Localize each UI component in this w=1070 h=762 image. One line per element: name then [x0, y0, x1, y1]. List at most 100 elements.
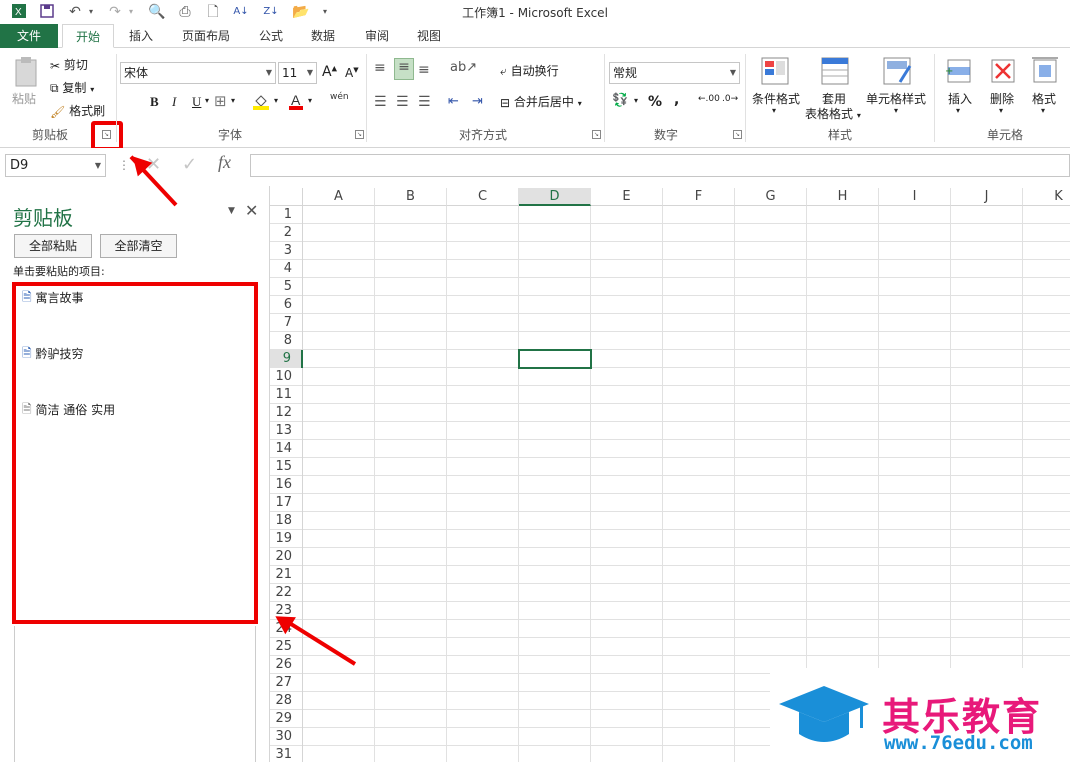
tab-data[interactable]: 数据 [300, 24, 346, 48]
row-header-22[interactable]: 22 [270, 584, 303, 602]
decrease-decimal-button[interactable]: .0→ [722, 94, 738, 104]
row-header-30[interactable]: 30 [270, 728, 303, 746]
tab-page-layout[interactable]: 页面布局 [172, 24, 240, 48]
align-bottom-icon[interactable]: ≡ [418, 62, 430, 78]
row-header-21[interactable]: 21 [270, 566, 303, 584]
font-size-combo[interactable]: 11 ▼ [278, 62, 317, 84]
fill-color-dropdown-icon[interactable]: ▾ [274, 96, 278, 105]
row-header-4[interactable]: 4 [270, 260, 303, 278]
row-header-7[interactable]: 7 [270, 314, 303, 332]
clear-all-button[interactable]: 全部清空 [100, 234, 177, 258]
align-top-icon[interactable]: ≡ [374, 60, 386, 76]
decrease-indent-icon[interactable]: ⇤ [448, 94, 459, 109]
number-dialog-launcher-icon[interactable]: ↘ [733, 130, 742, 139]
column-header-g[interactable]: G [735, 188, 807, 206]
clipboard-dialog-launcher-icon[interactable]: ↘ [102, 130, 111, 139]
chevron-down-icon[interactable]: ▾ [894, 106, 898, 115]
formula-input[interactable] [250, 154, 1070, 177]
font-color-dropdown-icon[interactable]: ▾ [308, 96, 312, 105]
row-header-8[interactable]: 8 [270, 332, 303, 350]
cell-styles-button[interactable]: 单元格样式 [866, 90, 926, 107]
tab-formulas[interactable]: 公式 [248, 24, 294, 48]
tab-review[interactable]: 审阅 [354, 24, 400, 48]
list-item[interactable]: 🗎 简洁 通俗 实用 [22, 400, 115, 421]
accounting-dropdown-icon[interactable]: ▾ [634, 96, 638, 105]
paste-button[interactable]: 粘贴 [12, 90, 36, 107]
increase-decimal-button[interactable]: ←.00 [698, 94, 720, 104]
row-header-16[interactable]: 16 [270, 476, 303, 494]
row-header-29[interactable]: 29 [270, 710, 303, 728]
column-header-e[interactable]: E [591, 188, 663, 206]
tab-home[interactable]: 开始 [62, 24, 114, 48]
chevron-down-icon[interactable]: ▾ [999, 106, 1003, 115]
increase-font-button[interactable]: A▲ [322, 64, 337, 80]
selected-cell[interactable] [518, 349, 592, 369]
row-header-25[interactable]: 25 [270, 638, 303, 656]
close-icon[interactable]: ✕ [245, 201, 258, 220]
insert-function-icon[interactable]: fx [218, 152, 231, 173]
copy-button[interactable]: ⧉ 复制 ▾ [50, 79, 94, 96]
name-box[interactable]: D9 ▼ [5, 154, 106, 177]
row-header-9[interactable]: 9 [270, 350, 303, 368]
format-cells-button[interactable]: 格式 [1032, 90, 1056, 107]
row-header-12[interactable]: 12 [270, 404, 303, 422]
column-header-a[interactable]: A [303, 188, 375, 206]
tab-view[interactable]: 视图 [406, 24, 452, 48]
row-header-13[interactable]: 13 [270, 422, 303, 440]
pane-options-icon[interactable]: ▼ [228, 206, 235, 216]
row-header-17[interactable]: 17 [270, 494, 303, 512]
row-header-27[interactable]: 27 [270, 674, 303, 692]
row-header-6[interactable]: 6 [270, 296, 303, 314]
format-as-table-button[interactable]: 表格格式 ▾ [805, 105, 861, 122]
conditional-format-button[interactable]: 条件格式 [752, 90, 800, 107]
phonetic-icon[interactable]: wén [330, 92, 349, 102]
select-all-corner[interactable] [270, 188, 303, 206]
borders-dropdown-icon[interactable]: ▾ [231, 96, 235, 105]
column-header-h[interactable]: H [807, 188, 879, 206]
bold-button[interactable]: B [150, 94, 159, 110]
delete-cells-button[interactable]: 删除 [990, 90, 1014, 107]
font-dialog-launcher-icon[interactable]: ↘ [355, 130, 364, 139]
wrap-text-button[interactable]: ⤶ 自动换行 [500, 62, 559, 79]
row-header-15[interactable]: 15 [270, 458, 303, 476]
list-item[interactable]: 🗎 寓言故事 [22, 288, 84, 309]
font-name-combo[interactable]: 宋体 ▼ [120, 62, 276, 84]
comma-button[interactable]: , [674, 92, 679, 108]
column-header-k[interactable]: K [1023, 188, 1070, 206]
row-header-28[interactable]: 28 [270, 692, 303, 710]
tab-insert[interactable]: 插入 [118, 24, 164, 48]
decrease-font-button[interactable]: A▼ [345, 66, 359, 80]
increase-indent-icon[interactable]: ⇥ [472, 94, 483, 109]
align-middle-icon[interactable]: ≡ [394, 58, 414, 80]
row-header-18[interactable]: 18 [270, 512, 303, 530]
chevron-down-icon[interactable]: ▾ [956, 106, 960, 115]
row-header-14[interactable]: 14 [270, 440, 303, 458]
alignment-dialog-launcher-icon[interactable]: ↘ [592, 130, 601, 139]
row-header-3[interactable]: 3 [270, 242, 303, 260]
row-header-1[interactable]: 1 [270, 206, 303, 224]
insert-cells-button[interactable]: 插入 [948, 90, 972, 107]
row-header-5[interactable]: 5 [270, 278, 303, 296]
tab-file[interactable]: 文件 [0, 24, 58, 48]
column-header-c[interactable]: C [447, 188, 519, 206]
paste-all-button[interactable]: 全部粘贴 [14, 234, 92, 258]
orientation-icon[interactable]: ab↗ [450, 60, 477, 75]
number-format-combo[interactable]: 常规 ▼ [609, 62, 740, 84]
fill-color-icon[interactable] [252, 92, 270, 114]
chevron-down-icon[interactable]: ▾ [1041, 106, 1045, 115]
merge-center-button[interactable]: ⊟ 合并后居中 ▾ [500, 93, 582, 110]
paste-icon[interactable] [10, 56, 42, 90]
align-left-icon[interactable]: ☰ [374, 94, 387, 110]
align-right-icon[interactable]: ☰ [418, 94, 431, 110]
percent-button[interactable]: % [648, 94, 662, 110]
chevron-down-icon[interactable]: ▾ [772, 106, 776, 115]
enter-icon[interactable]: ✓ [182, 154, 197, 175]
align-center-icon[interactable]: ☰ [396, 94, 409, 110]
row-header-19[interactable]: 19 [270, 530, 303, 548]
row-header-31[interactable]: 31 [270, 746, 303, 762]
underline-button[interactable]: U [192, 94, 201, 110]
accounting-format-icon[interactable]: 💱 [612, 93, 628, 108]
column-header-b[interactable]: B [375, 188, 447, 206]
column-header-d[interactable]: D [519, 188, 591, 206]
row-header-11[interactable]: 11 [270, 386, 303, 404]
